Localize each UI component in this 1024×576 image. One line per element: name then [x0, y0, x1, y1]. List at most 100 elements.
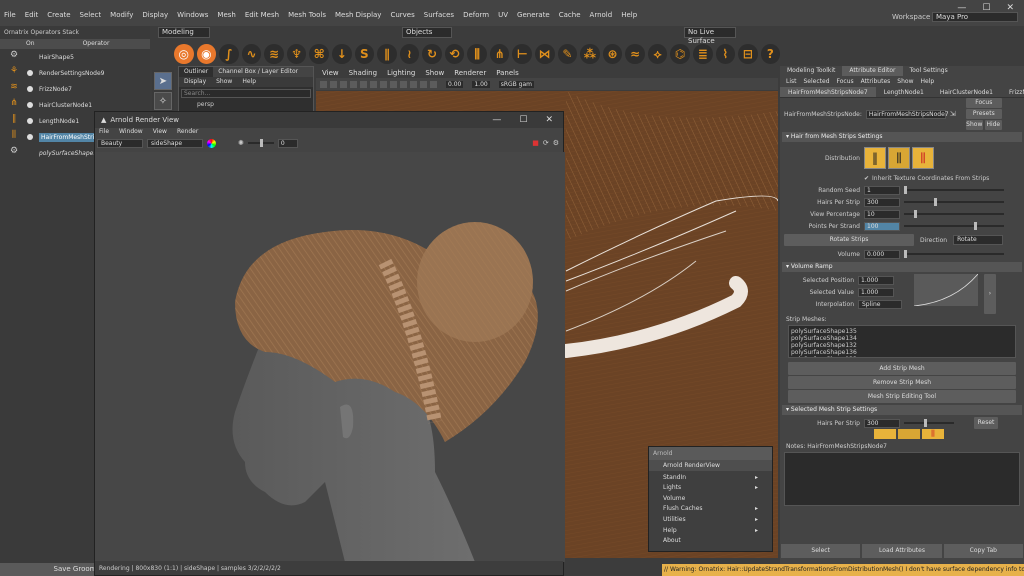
- view-percentage-slider[interactable]: [904, 210, 1004, 218]
- render-icon[interactable]: ⌬: [670, 44, 690, 64]
- tab-outliner[interactable]: Outliner: [179, 67, 214, 77]
- length-icon[interactable]: ∥: [377, 44, 397, 64]
- cluster-icon[interactable]: ⋔: [489, 44, 510, 64]
- ae-menu-selected[interactable]: Selected: [804, 78, 830, 85]
- menu-curves[interactable]: Curves: [390, 11, 414, 19]
- list-item[interactable]: polySurfaceShape133: [791, 356, 1013, 357]
- hair-from-guides-icon[interactable]: ◎: [174, 44, 194, 64]
- random-seed-slider[interactable]: [904, 186, 1004, 194]
- ae-menu-help[interactable]: Help: [920, 78, 934, 85]
- menuset-select[interactable]: Modeling: [158, 26, 210, 38]
- lasso-tool-icon[interactable]: ✧: [154, 92, 172, 110]
- strip-icon[interactable]: S: [354, 44, 375, 64]
- focus-button[interactable]: Focus: [965, 98, 1002, 108]
- rv-menu-window[interactable]: Window: [119, 128, 143, 137]
- wireframe-icon[interactable]: [360, 80, 367, 88]
- menu-item-about[interactable]: About: [649, 536, 772, 547]
- distribution-even-icon[interactable]: [898, 429, 920, 439]
- menu-modify[interactable]: Modify: [110, 11, 133, 19]
- ae-menu-list[interactable]: List: [786, 78, 797, 85]
- push-away-icon[interactable]: ≀: [399, 44, 420, 64]
- menu-mesh[interactable]: Mesh: [217, 11, 235, 19]
- ae-menu-show[interactable]: Show: [897, 78, 913, 85]
- aa-icon[interactable]: [430, 80, 437, 88]
- curl-icon[interactable]: ∿: [241, 44, 262, 64]
- menu-windows[interactable]: Windows: [177, 11, 208, 19]
- fur-icon[interactable]: ◉: [196, 44, 217, 64]
- stack-item[interactable]: ⚘ RenderSettingsNode9: [0, 65, 150, 81]
- distribution-random-icon[interactable]: ⫼: [922, 429, 944, 439]
- strand-icon[interactable]: ∫: [219, 44, 239, 64]
- selected-value-field[interactable]: 1.000: [858, 287, 894, 297]
- refresh-icon[interactable]: ⟳: [543, 139, 549, 147]
- copy-tab-button[interactable]: Copy Tab: [943, 544, 1023, 558]
- random-seed-field[interactable]: 1: [864, 185, 900, 195]
- menu-file[interactable]: File: [4, 11, 16, 19]
- vp-menu-renderer[interactable]: Renderer: [454, 69, 486, 77]
- vp-menu-view[interactable]: View: [322, 69, 339, 77]
- exposure-field[interactable]: 0: [277, 138, 298, 148]
- enabled-toggle[interactable]: [27, 118, 33, 124]
- edit-guides-icon[interactable]: ✎: [557, 44, 578, 64]
- generate-icon[interactable]: ⌇: [715, 44, 736, 64]
- menu-deform[interactable]: Deform: [463, 11, 489, 19]
- menu-item-help[interactable]: Help ▸: [649, 526, 772, 537]
- aov-select[interactable]: Beauty: [97, 138, 143, 148]
- distribution-uniform-icon[interactable]: [874, 429, 896, 439]
- vp-menu-panels[interactable]: Panels: [496, 69, 519, 77]
- stack-icon[interactable]: ⊟: [738, 44, 758, 64]
- menu-edit-mesh[interactable]: Edit Mesh: [245, 11, 279, 19]
- distribution-random-icon[interactable]: ⫼: [912, 147, 934, 169]
- menu-generate[interactable]: Generate: [517, 11, 550, 19]
- volume-field[interactable]: 0.000: [864, 249, 900, 259]
- isolate-icon[interactable]: [420, 80, 427, 88]
- node-tab-hairfrommesh[interactable]: HairFromMeshStripsNode7: [780, 87, 876, 97]
- help-icon[interactable]: ?: [760, 44, 781, 64]
- menu-item-lights[interactable]: Lights ▸: [649, 483, 772, 494]
- interpolation-select[interactable]: Spline: [858, 299, 902, 309]
- selection-mode-select[interactable]: Objects: [402, 26, 452, 38]
- menu-item-standin[interactable]: StandIn ▸: [649, 473, 772, 484]
- hair-icon[interactable]: ≈: [625, 44, 645, 64]
- sel-hairs-slider[interactable]: [904, 419, 954, 427]
- section-hair-from-mesh[interactable]: ▾ Hair from Mesh Strips Settings: [782, 132, 1022, 142]
- gamma-field[interactable]: 1.00: [472, 80, 490, 88]
- menu-display[interactable]: Display: [142, 11, 168, 19]
- color-wheel-icon[interactable]: [207, 138, 216, 148]
- grid-icon[interactable]: [350, 80, 357, 88]
- enabled-toggle[interactable]: [27, 134, 33, 140]
- vp-menu-lighting[interactable]: Lighting: [387, 69, 415, 77]
- vp-menu-shading[interactable]: Shading: [349, 69, 377, 77]
- menu-arnold[interactable]: Arnold: [590, 11, 613, 19]
- menu-item-renderview[interactable]: Arnold RenderView: [649, 460, 772, 471]
- presets-button[interactable]: Presets: [965, 109, 1002, 119]
- stack-item[interactable]: ⚙ HairShape5: [0, 49, 150, 65]
- minimize-icon[interactable]: —: [492, 115, 501, 125]
- rotate-strips-button[interactable]: Rotate Strips: [784, 234, 914, 246]
- shaded-icon[interactable]: [370, 80, 377, 88]
- expand-ramp-button[interactable]: ›: [984, 274, 996, 314]
- mesh-strip-icon[interactable]: ⫼: [467, 44, 487, 64]
- strip-mesh-list[interactable]: polySurfaceShape135 polySurfaceShape134 …: [788, 325, 1016, 358]
- live-surface-select[interactable]: No Live Surface: [684, 26, 736, 45]
- focus-icon[interactable]: ⇲: [950, 110, 956, 118]
- outliner-menu-help[interactable]: Help: [237, 77, 261, 87]
- workspace-select[interactable]: Maya Pro: [932, 12, 1018, 22]
- menu-create[interactable]: Create: [47, 11, 70, 19]
- maximize-icon[interactable]: ☐: [519, 115, 527, 125]
- menu-mesh-display[interactable]: Mesh Display: [335, 11, 381, 19]
- rv-menu-render[interactable]: Render: [177, 128, 198, 137]
- list-item[interactable]: polySurfaceShape132: [791, 342, 1013, 349]
- braid-icon[interactable]: ⌘: [309, 44, 329, 64]
- hide-button[interactable]: Hide: [984, 120, 1002, 130]
- menu-mesh-tools[interactable]: Mesh Tools: [288, 11, 326, 19]
- volume-ramp-graph[interactable]: [914, 274, 978, 306]
- menu-surfaces[interactable]: Surfaces: [424, 11, 454, 19]
- outliner-menu-display[interactable]: Display: [179, 77, 211, 87]
- node-tab-cluster[interactable]: HairClusterNode1: [932, 87, 1001, 97]
- tab-attribute-editor[interactable]: Attribute Editor: [842, 66, 903, 76]
- distribution-uniform-icon[interactable]: ‖: [864, 147, 886, 169]
- load-attributes-button[interactable]: Load Attributes: [862, 544, 942, 558]
- sel-hairs-field[interactable]: 300: [864, 418, 900, 428]
- menu-edit[interactable]: Edit: [25, 11, 39, 19]
